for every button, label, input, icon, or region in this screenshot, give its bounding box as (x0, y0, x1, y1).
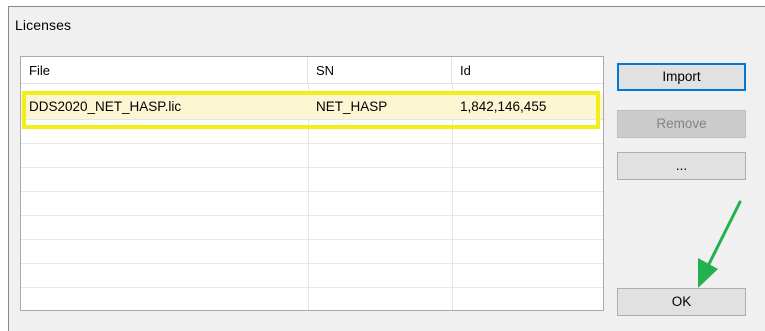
column-header-id[interactable]: Id (452, 57, 603, 83)
table-row[interactable]: DDS2020_NET_HASP.lic NET_HASP 1,842,146,… (21, 95, 603, 119)
more-button[interactable]: ... (617, 152, 746, 180)
import-button[interactable]: Import (617, 63, 746, 91)
grid-line (21, 143, 603, 144)
column-header-sn[interactable]: SN (308, 57, 452, 83)
list-header: File SN Id (21, 57, 603, 84)
remove-button[interactable]: Remove (617, 110, 746, 138)
grid-line (21, 167, 603, 168)
cell-file: DDS2020_NET_HASP.lic (29, 99, 182, 114)
cell-sn: NET_HASP (316, 99, 388, 114)
column-header-file[interactable]: File (21, 57, 308, 83)
grid-line (21, 263, 603, 264)
grid-line (21, 215, 603, 216)
cell-id: 1,842,146,455 (460, 99, 547, 114)
grid-line (21, 119, 603, 120)
grid-line (21, 287, 603, 288)
grid-line (21, 239, 603, 240)
licenses-list[interactable]: File SN Id DDS2020_NET_HASP.lic NET_HASP… (20, 56, 604, 311)
ok-button[interactable]: OK (617, 288, 746, 316)
grid-line (21, 191, 603, 192)
dialog-title: Licenses (15, 17, 72, 33)
